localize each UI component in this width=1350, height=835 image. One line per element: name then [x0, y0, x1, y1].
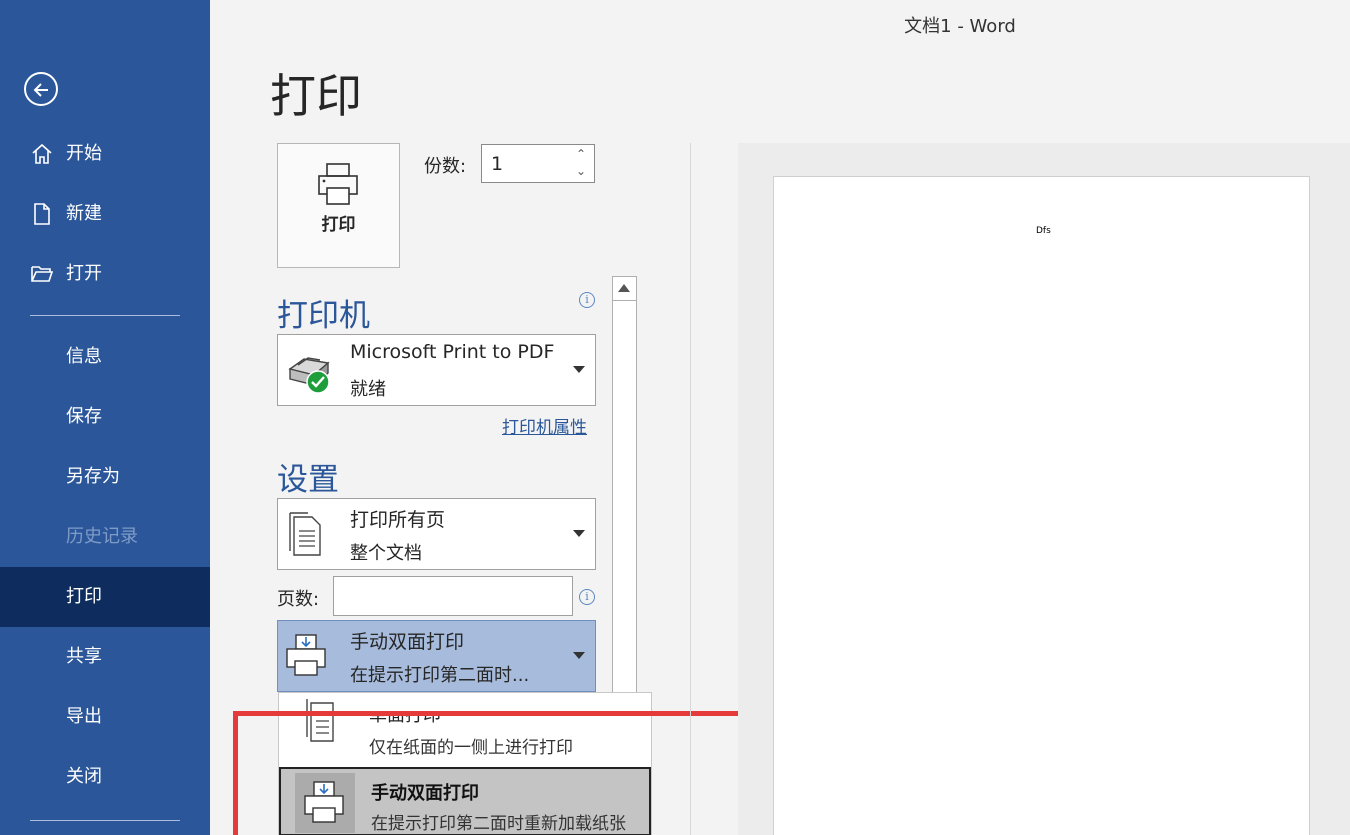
nav-open[interactable]: 打开: [0, 244, 210, 304]
info-icon[interactable]: i: [579, 292, 595, 308]
copies-label: 份数:: [424, 156, 467, 177]
window-title: 文档1 - Word: [904, 16, 1016, 37]
nav-info[interactable]: 信息: [0, 327, 210, 387]
menu-option-single-sided[interactable]: 单面打印 仅在纸面的一侧上进行打印: [279, 693, 651, 765]
printer-name: Microsoft Print to PDF: [350, 341, 555, 363]
menu-option-title: 单面打印: [369, 705, 441, 726]
printer-properties-link[interactable]: 打印机属性: [502, 413, 587, 438]
nav-home[interactable]: 开始: [0, 124, 210, 184]
chevron-down-icon: [573, 530, 585, 537]
stepper-up-icon[interactable]: ⌃: [576, 147, 586, 161]
nav-label: 新建: [66, 203, 102, 224]
menu-option-title: 手动双面打印: [371, 783, 479, 804]
pages-icon: [289, 512, 321, 556]
menu-option-sub: 仅在纸面的一侧上进行打印: [369, 738, 573, 758]
folder-open-icon: [31, 266, 54, 282]
settings-section-title: 设置: [277, 462, 339, 498]
duplex-dropdown[interactable]: 手动双面打印 在提示打印第二面时...: [277, 620, 596, 692]
menu-option-manual-duplex[interactable]: 手动双面打印 在提示打印第二面时重新加载纸张: [279, 767, 651, 835]
stepper-down-icon[interactable]: ⌄: [576, 164, 586, 178]
nav-save-as[interactable]: 另存为: [0, 447, 210, 507]
printer-icon: [318, 163, 358, 205]
nav-label: 开始: [66, 143, 102, 164]
duplex-options-menu: 单面打印 仅在纸面的一侧上进行打印 手动双面打印 在提示打印第二面时重新加载纸张: [278, 692, 652, 835]
single-page-icon: [306, 699, 334, 742]
copies-stepper[interactable]: 1 ⌃ ⌄: [481, 144, 595, 183]
nav-label: 打印: [66, 586, 102, 607]
nav-close[interactable]: 关闭: [0, 747, 210, 807]
nav-share[interactable]: 共享: [0, 627, 210, 687]
preview-page: Dfs: [773, 176, 1310, 835]
duplex-printer-icon: [295, 773, 355, 833]
new-doc-icon: [34, 203, 50, 225]
preview-text: Dfs: [1036, 226, 1051, 236]
nav-label: 保存: [66, 406, 102, 427]
printer-ready-icon: [288, 357, 330, 394]
nav-label: 另存为: [66, 466, 120, 487]
nav-label: 打开: [66, 263, 102, 284]
backstage-sidebar: 开始 新建 打开 信息 保存 另存为 历史记录 打印 共享 导出 关闭: [0, 0, 210, 835]
print-button-label: 打印: [321, 215, 356, 235]
triangle-up-icon: [618, 284, 630, 292]
nav-export[interactable]: 导出: [0, 687, 210, 747]
nav-history: 历史记录: [0, 507, 210, 567]
info-icon[interactable]: i: [579, 589, 595, 605]
copies-value: 1: [491, 153, 504, 175]
pages-label: 页数:: [277, 589, 320, 610]
nav-save[interactable]: 保存: [0, 387, 210, 447]
printer-dropdown[interactable]: Microsoft Print to PDF 就绪: [277, 334, 596, 406]
pages-input[interactable]: [333, 576, 573, 616]
print-button[interactable]: 打印: [277, 143, 400, 268]
chevron-down-icon: [573, 366, 585, 373]
nav-new[interactable]: 新建: [0, 184, 210, 244]
nav-label: 共享: [66, 646, 102, 667]
panel-divider: [690, 143, 691, 835]
nav-separator: [30, 820, 180, 821]
duplex-title: 手动双面打印: [350, 631, 465, 653]
printer-status: 就绪: [350, 379, 386, 400]
nav-label: 信息: [66, 346, 102, 367]
printer-section-title: 打印机: [277, 298, 370, 334]
arrow-left-icon: [33, 83, 48, 97]
nav-separator: [30, 315, 180, 316]
duplex-sub: 在提示打印第二面时...: [350, 665, 530, 686]
nav-label: 关闭: [66, 766, 102, 787]
duplex-printer-icon: [286, 634, 326, 676]
menu-option-sub: 在提示打印第二面时重新加载纸张: [371, 814, 626, 834]
nav-label: 历史记录: [66, 526, 138, 547]
home-icon: [32, 143, 52, 164]
settings-scrollbar[interactable]: [612, 276, 637, 696]
print-range-title: 打印所有页: [350, 509, 446, 531]
scroll-up-button[interactable]: [613, 277, 636, 301]
nav-print[interactable]: 打印: [0, 567, 210, 627]
print-range-sub: 整个文档: [350, 543, 422, 564]
back-button[interactable]: [24, 72, 58, 106]
page-title: 打印: [270, 69, 362, 123]
nav-label: 导出: [66, 706, 102, 727]
print-range-dropdown[interactable]: 打印所有页 整个文档: [277, 498, 596, 570]
chevron-down-icon: [573, 652, 585, 659]
